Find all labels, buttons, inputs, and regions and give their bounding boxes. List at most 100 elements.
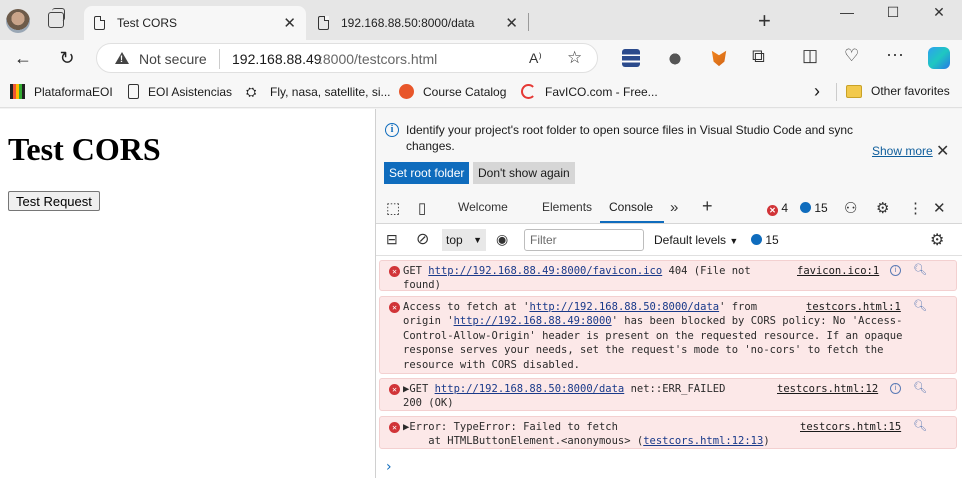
tab-console[interactable]: Console <box>609 200 653 214</box>
set-root-folder-button[interactable]: Set root folder <box>384 162 470 184</box>
security-label[interactable]: Not secure <box>139 51 207 67</box>
close-tab-icon[interactable]: ✕ <box>283 14 296 32</box>
console-prompt[interactable]: › <box>386 459 392 475</box>
bookmark-label: FavICO.com - Free... <box>545 84 658 99</box>
console-error-entry: ✕ GET http://192.168.88.49:8000/favicon.… <box>379 260 957 291</box>
settings-gear-icon[interactable]: ⚙ <box>876 199 889 217</box>
extension-animal-icon[interactable] <box>666 49 684 67</box>
source-link[interactable]: testcors.html:12 <box>777 382 878 396</box>
refresh-icon[interactable]: ↻ <box>54 46 80 70</box>
inspect-element-icon[interactable]: ⬚ <box>386 199 400 217</box>
document-icon <box>128 84 139 99</box>
tab-data[interactable]: 192.168.88.50:8000/data ✕ <box>308 6 528 40</box>
back-icon[interactable]: ← <box>10 46 36 70</box>
favorites-overflow-chevron-icon[interactable]: › <box>814 81 820 102</box>
test-request-button[interactable]: Test Request <box>8 191 100 211</box>
dont-show-again-button[interactable]: Don't show again <box>473 162 575 184</box>
bookmark-plataformaeoi[interactable]: PlataformaEOI <box>10 84 113 99</box>
error-icon: ✕ <box>389 422 400 433</box>
issues-counter[interactable]: 15 <box>751 233 779 247</box>
console-settings-gear-icon[interactable]: ⚙ <box>930 230 944 250</box>
console-toolbar: ⊟ ⊘ top ▼ ◉ Default levels ▼ 15 ⚙ <box>376 224 962 256</box>
close-infobar-icon[interactable]: ✕ <box>936 141 949 161</box>
show-more-link[interactable]: Show more <box>872 144 933 158</box>
extensions-puzzle-icon[interactable]: ⧉ <box>752 46 765 67</box>
address-bar[interactable]: Not secure 192.168.88.49 :8000/testcors.… <box>96 43 598 73</box>
address-toolbar: ← ↻ Not secure 192.168.88.49 :8000/testc… <box>0 40 962 76</box>
url-link[interactable]: http://192.168.88.49:8000 <box>454 315 612 327</box>
device-emulation-icon[interactable]: ▯ <box>418 199 426 217</box>
favorite-star-icon[interactable]: ☆ <box>567 48 582 68</box>
copilot-icon[interactable] <box>928 47 950 69</box>
context-value: top <box>446 233 463 247</box>
omnibox-divider <box>219 49 220 69</box>
workspaces-icon[interactable] <box>48 8 65 28</box>
info-icon[interactable]: i <box>890 265 901 276</box>
close-window-button[interactable]: ✕ <box>916 4 962 21</box>
add-tab-icon[interactable]: + <box>702 196 713 217</box>
active-tab-indicator <box>600 221 664 223</box>
bookmark-favico[interactable]: FavICO.com - Free... <box>521 84 658 99</box>
info-icon[interactable]: i <box>890 383 901 394</box>
bookmark-label: Course Catalog <box>423 84 507 99</box>
favico-icon <box>521 84 536 99</box>
url-link[interactable]: http://192.168.88.50:8000/data <box>435 383 625 395</box>
tab-elements[interactable]: Elements <box>542 200 592 214</box>
source-link[interactable]: testcors.html:15 <box>800 420 901 434</box>
close-tab-icon[interactable]: ✕ <box>505 14 518 32</box>
bookmark-eoi-asistencias[interactable]: EOI Asistencias <box>128 84 232 99</box>
browser-essentials-icon[interactable]: ♡ <box>844 46 859 66</box>
more-tabs-chevron-icon[interactable]: » <box>670 199 678 216</box>
bookmark-fly-nasa[interactable]: ⛭ Fly, nasa, satellite, si... <box>246 84 391 99</box>
more-icon[interactable]: ··· <box>886 44 904 65</box>
tab-welcome[interactable]: Welcome <box>458 200 508 214</box>
info-icon: i <box>385 123 399 137</box>
source-link[interactable]: testcors.html:1 <box>806 300 901 314</box>
page-title: Test CORS <box>8 131 161 167</box>
error-counter[interactable]: ✕ 4 <box>767 201 788 216</box>
chevron-down-icon: ▼ <box>473 235 482 245</box>
search-icon[interactable]: 🔍︎ <box>913 419 927 432</box>
tab-divider <box>528 13 529 31</box>
tab-test-cors[interactable]: Test CORS ✕ <box>84 6 306 40</box>
console-filter-input[interactable] <box>524 229 644 251</box>
devtools-tab-bar: ⬚ ▯ Welcome Elements Console » + ✕ 4 15 … <box>376 191 962 224</box>
tab-title: 192.168.88.50:8000/data <box>341 16 475 30</box>
url-path[interactable]: :8000/testcors.html <box>319 51 437 67</box>
devtools-panel: i Identify your project's root folder to… <box>375 109 962 478</box>
warning-icon[interactable] <box>115 52 129 64</box>
read-aloud-icon[interactable]: A⁾ <box>529 50 542 67</box>
devtools-menu-icon[interactable]: ⋮ <box>908 199 923 217</box>
url-link[interactable]: http://192.168.88.50:8000/data <box>529 301 719 313</box>
close-devtools-icon[interactable]: ✕ <box>933 199 946 217</box>
log-levels-dropdown[interactable]: Default levels ▼ <box>654 233 738 247</box>
split-screen-icon[interactable]: ◫ <box>802 46 818 66</box>
search-icon[interactable]: 🔍︎ <box>913 299 927 312</box>
source-link[interactable]: favicon.ico:1 <box>797 264 879 278</box>
bookmark-course-catalog[interactable]: Course Catalog <box>399 84 506 99</box>
customize-icon[interactable]: ⚇ <box>844 199 857 217</box>
extension-list-icon[interactable] <box>622 49 640 67</box>
message-count: 15 <box>814 201 828 215</box>
log-levels-label: Default levels <box>654 233 727 247</box>
tab-strip: Test CORS ✕ 192.168.88.50:8000/data ✕ + … <box>0 0 962 40</box>
clear-console-icon[interactable]: ⊘ <box>416 229 429 249</box>
other-favorites[interactable]: Other favorites <box>846 84 950 98</box>
sidebar-toggle-icon[interactable]: ⊟ <box>386 231 398 248</box>
minimize-button[interactable]: — <box>824 4 870 20</box>
maximize-button[interactable]: ☐ <box>870 4 916 21</box>
url-host[interactable]: 192.168.88.49 <box>232 51 322 67</box>
search-icon[interactable]: 🔍︎ <box>913 381 927 394</box>
search-icon[interactable]: 🔍︎ <box>913 263 927 276</box>
bookmark-label: Fly, nasa, satellite, si... <box>270 84 391 99</box>
new-tab-button[interactable]: + <box>758 8 771 34</box>
message-counter[interactable]: 15 <box>800 201 828 215</box>
console-error-entry: ✕ ▶GET http://192.168.88.50:8000/data ne… <box>379 378 957 411</box>
error-message: ▶GET http://192.168.88.50:8000/data net:… <box>403 383 726 410</box>
profile-avatar[interactable] <box>6 9 30 33</box>
context-selector[interactable]: top ▼ <box>442 229 486 251</box>
live-expression-eye-icon[interactable]: ◉ <box>496 231 508 248</box>
metamask-fox-icon[interactable] <box>711 50 727 67</box>
url-link[interactable]: http://192.168.88.49:8000/favicon.ico <box>428 265 662 277</box>
url-link[interactable]: testcors.html:12:13 <box>643 435 763 447</box>
